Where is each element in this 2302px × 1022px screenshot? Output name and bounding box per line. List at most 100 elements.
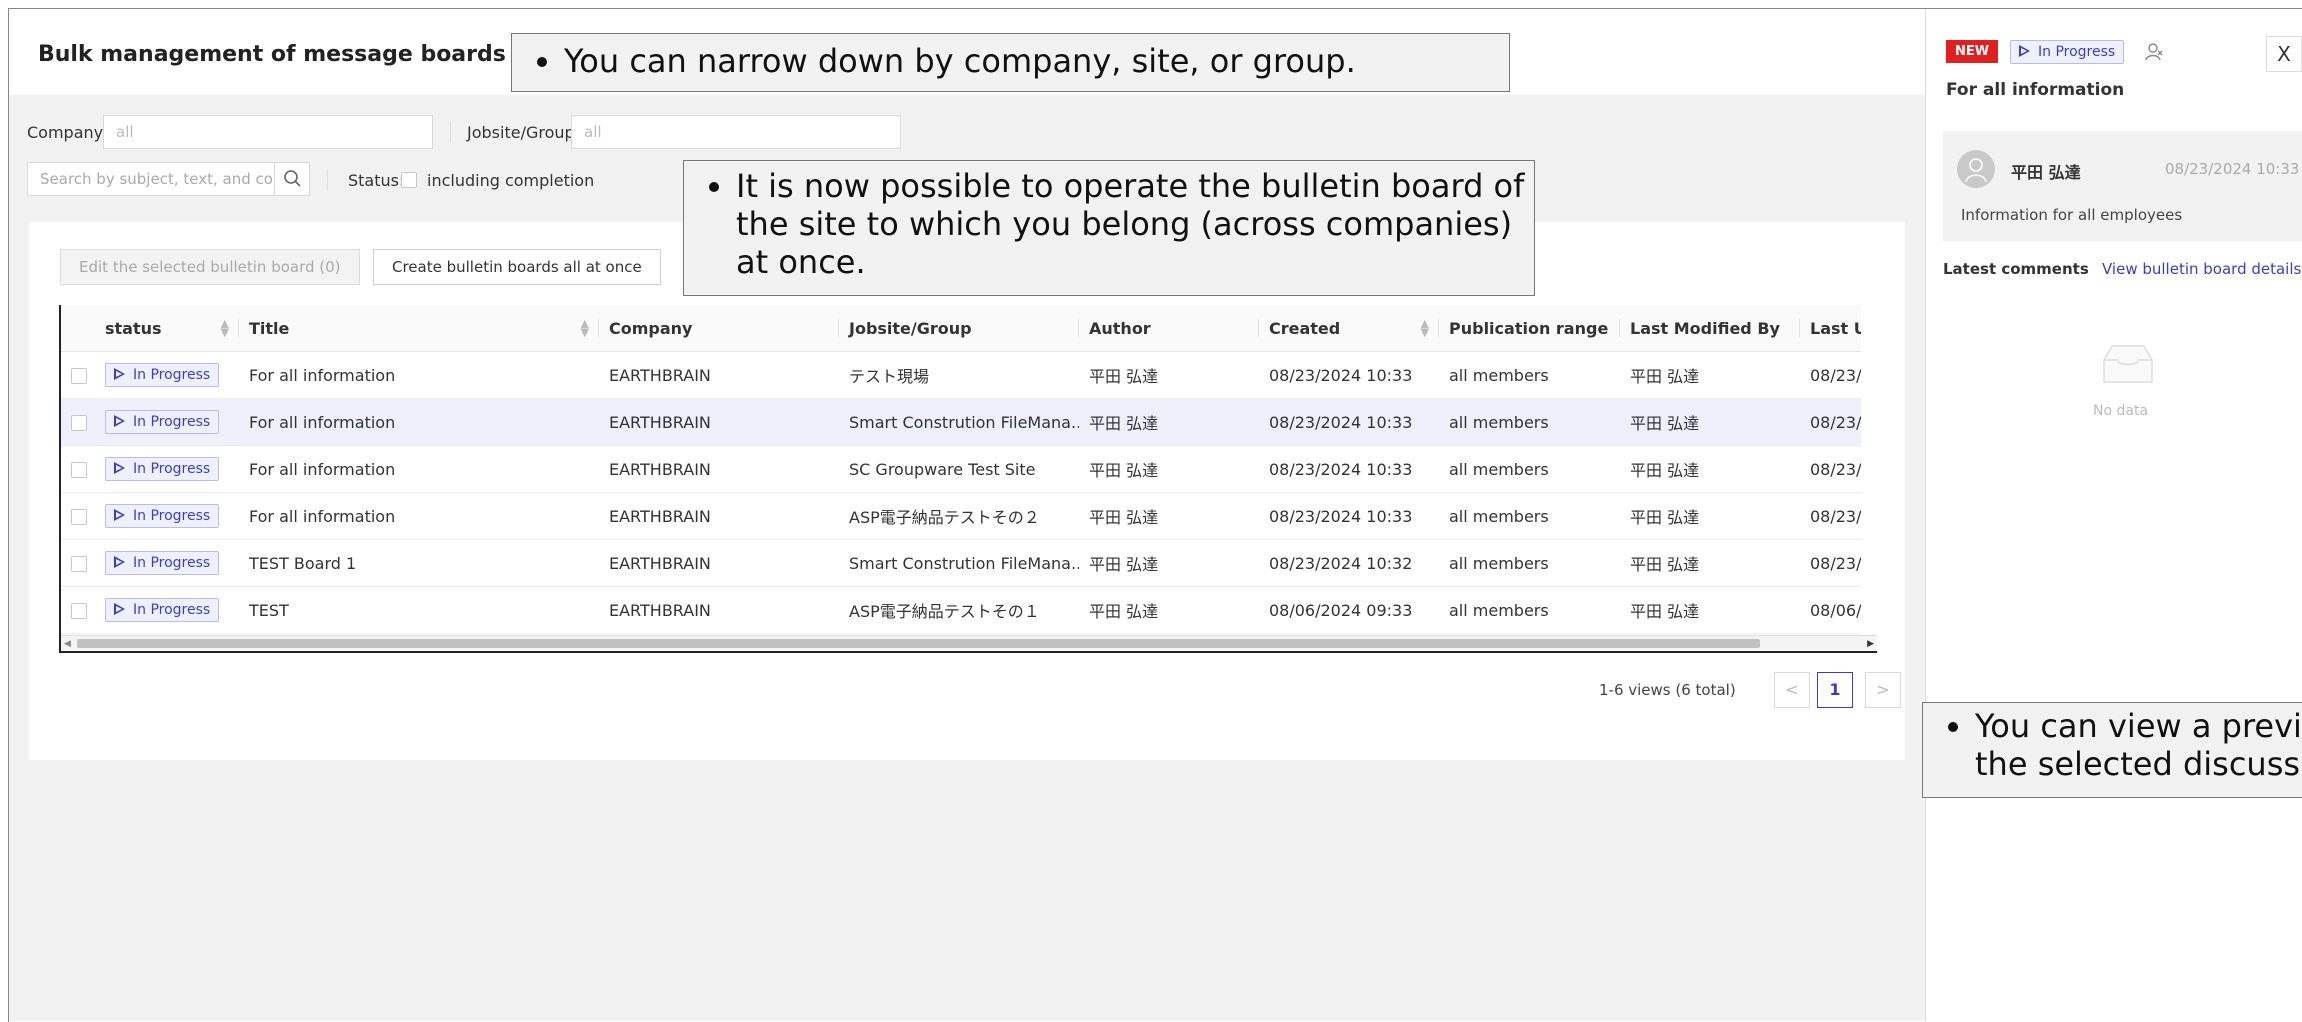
row-select-cell bbox=[61, 445, 95, 493]
in-progress-icon bbox=[114, 556, 125, 568]
modified-by-cell: 平田 弘達 bbox=[1620, 351, 1800, 399]
row-checkbox[interactable] bbox=[71, 603, 87, 619]
preview-panel: NEW In Progress X For all information 平田… bbox=[1925, 9, 2302, 1021]
status-badge: In Progress bbox=[105, 410, 220, 434]
jobsite-filter-input[interactable]: all bbox=[571, 115, 901, 149]
edit-selected-button[interactable]: Edit the selected bulletin board (0) bbox=[60, 249, 360, 285]
scroll-right-arrow-icon[interactable]: ▶ bbox=[1867, 639, 1874, 649]
modified-by-cell: 平田 弘達 bbox=[1620, 586, 1800, 634]
title-cell: For all information bbox=[239, 445, 599, 493]
table-row[interactable]: In Progress TEST Board 1 EARTHBRAIN Smart C… bbox=[61, 539, 1861, 587]
row-select-cell bbox=[61, 586, 95, 634]
company-filter-input[interactable]: all bbox=[103, 115, 433, 149]
page-1-button[interactable]: 1 bbox=[1817, 672, 1853, 708]
column-header-author[interactable]: Author bbox=[1079, 305, 1259, 352]
column-header-jobsite[interactable]: Jobsite/Group bbox=[839, 305, 1079, 352]
in-progress-icon bbox=[114, 462, 125, 474]
table-row[interactable]: In Progress For all information EARTHBRAIN… bbox=[61, 492, 1861, 540]
column-header-range[interactable]: Publication range bbox=[1439, 305, 1620, 352]
select-all-header bbox=[61, 305, 95, 352]
created-cell: 08/23/2024 10:33 bbox=[1259, 445, 1439, 493]
status-badge: In Progress bbox=[105, 551, 220, 575]
filter-divider bbox=[450, 121, 451, 143]
table-row[interactable]: In Progress For all information EARTHBRAIN… bbox=[61, 398, 1861, 446]
row-select-cell bbox=[61, 492, 95, 540]
status-cell: In Progress bbox=[95, 586, 239, 634]
row-checkbox[interactable] bbox=[71, 509, 87, 525]
updated-cell: 08/23/20 bbox=[1800, 445, 1861, 493]
table-row[interactable]: In Progress TEST EARTHBRAIN ASP電子納品テストその１ 平田… bbox=[61, 586, 1861, 634]
updated-cell: 08/23/20 bbox=[1800, 539, 1861, 587]
view-details-link[interactable]: View bulletin board details bbox=[2102, 260, 2301, 278]
company-cell: EARTHBRAIN bbox=[599, 351, 839, 399]
post-card: 平田 弘達 08/23/2024 10:33 Information for a… bbox=[1943, 131, 2302, 241]
status-filter-label: Status: bbox=[348, 171, 405, 190]
horizontal-scrollbar[interactable]: ◀ ▶ bbox=[61, 635, 1877, 650]
boards-table: status ▲ ▼ Title ▲ ▼ Company Jobsite/Group A… bbox=[59, 305, 1877, 653]
column-header-status[interactable]: status ▲ ▼ bbox=[95, 305, 239, 352]
table-row[interactable]: In Progress For all information EARTHBRAIN… bbox=[61, 351, 1861, 399]
company-cell: EARTHBRAIN bbox=[599, 586, 839, 634]
empty-state-text: No data bbox=[2093, 403, 2149, 419]
range-cell: all members bbox=[1439, 445, 1620, 493]
column-header-created[interactable]: Created ▲ ▼ bbox=[1259, 305, 1439, 352]
callout-bulk-operations: It is now possible to operate the bullet… bbox=[683, 160, 1535, 296]
prev-page-button[interactable]: < bbox=[1774, 672, 1810, 708]
status-cell: In Progress bbox=[95, 398, 239, 446]
company-cell: EARTHBRAIN bbox=[599, 492, 839, 540]
status-badge: In Progress bbox=[105, 363, 220, 387]
column-header-updated[interactable]: Last Upd bbox=[1800, 305, 1861, 352]
title-cell: For all information bbox=[239, 398, 599, 446]
status-badge: In Progress bbox=[105, 504, 220, 528]
row-checkbox[interactable] bbox=[71, 415, 87, 431]
company-filter-label: Company: bbox=[27, 123, 108, 142]
column-header-company[interactable]: Company bbox=[599, 305, 839, 352]
in-progress-icon bbox=[114, 415, 125, 427]
row-checkbox[interactable] bbox=[71, 556, 87, 572]
row-checkbox[interactable] bbox=[71, 462, 87, 478]
created-cell: 08/23/2024 10:32 bbox=[1259, 539, 1439, 587]
updated-cell: 08/23/20 bbox=[1800, 492, 1861, 540]
status-badge: In Progress bbox=[2010, 40, 2125, 64]
avatar bbox=[1957, 150, 1995, 188]
jobsite-filter-label: Jobsite/Group: bbox=[467, 123, 581, 142]
create-all-button[interactable]: Create bulletin boards all at once bbox=[373, 249, 661, 285]
person-icon[interactable] bbox=[2144, 41, 2166, 63]
empty-inbox-icon bbox=[2103, 345, 2153, 383]
row-checkbox[interactable] bbox=[71, 368, 87, 384]
author-cell: 平田 弘達 bbox=[1079, 492, 1259, 540]
scrollbar-thumb[interactable] bbox=[77, 639, 1760, 648]
latest-comments-label: Latest comments bbox=[1943, 260, 2089, 278]
author-cell: 平田 弘達 bbox=[1079, 586, 1259, 634]
page-title: Bulk management of message boards bbox=[38, 42, 506, 67]
including-completion-checkbox[interactable] bbox=[401, 172, 417, 188]
status-cell: In Progress bbox=[95, 445, 239, 493]
pagination-summary: 1-6 views (6 total) bbox=[1599, 681, 1736, 699]
callout-preview: You can view a preview of the selected d… bbox=[1922, 702, 2302, 798]
scroll-left-arrow-icon[interactable]: ◀ bbox=[64, 639, 71, 649]
author-cell: 平田 弘達 bbox=[1079, 398, 1259, 446]
in-progress-icon bbox=[114, 603, 125, 615]
title-cell: For all information bbox=[239, 351, 599, 399]
close-button[interactable]: X bbox=[2266, 36, 2302, 72]
author-cell: 平田 弘達 bbox=[1079, 445, 1259, 493]
updated-cell: 08/06/20 bbox=[1800, 586, 1861, 634]
status-cell: In Progress bbox=[95, 351, 239, 399]
in-progress-icon bbox=[2019, 45, 2030, 57]
post-date: 08/23/2024 10:33 bbox=[2165, 160, 2300, 178]
column-header-modified-by[interactable]: Last Modified By bbox=[1620, 305, 1800, 352]
in-progress-icon bbox=[114, 509, 125, 521]
title-cell: TEST bbox=[239, 586, 599, 634]
jobsite-cell: ASP電子納品テストその１ bbox=[839, 586, 1079, 634]
search-icon bbox=[284, 170, 301, 187]
range-cell: all members bbox=[1439, 539, 1620, 587]
jobsite-cell: Smart Constrution FileMana... bbox=[839, 539, 1079, 587]
column-header-title[interactable]: Title ▲ ▼ bbox=[239, 305, 599, 352]
table-row[interactable]: In Progress For all information EARTHBRAIN… bbox=[61, 445, 1861, 493]
search-input[interactable]: Search by subject, text, and co... bbox=[27, 162, 275, 196]
row-select-cell bbox=[61, 351, 95, 399]
next-page-button[interactable]: > bbox=[1865, 672, 1901, 708]
modified-by-cell: 平田 弘達 bbox=[1620, 398, 1800, 446]
search-button[interactable] bbox=[274, 162, 310, 196]
company-cell: EARTHBRAIN bbox=[599, 539, 839, 587]
